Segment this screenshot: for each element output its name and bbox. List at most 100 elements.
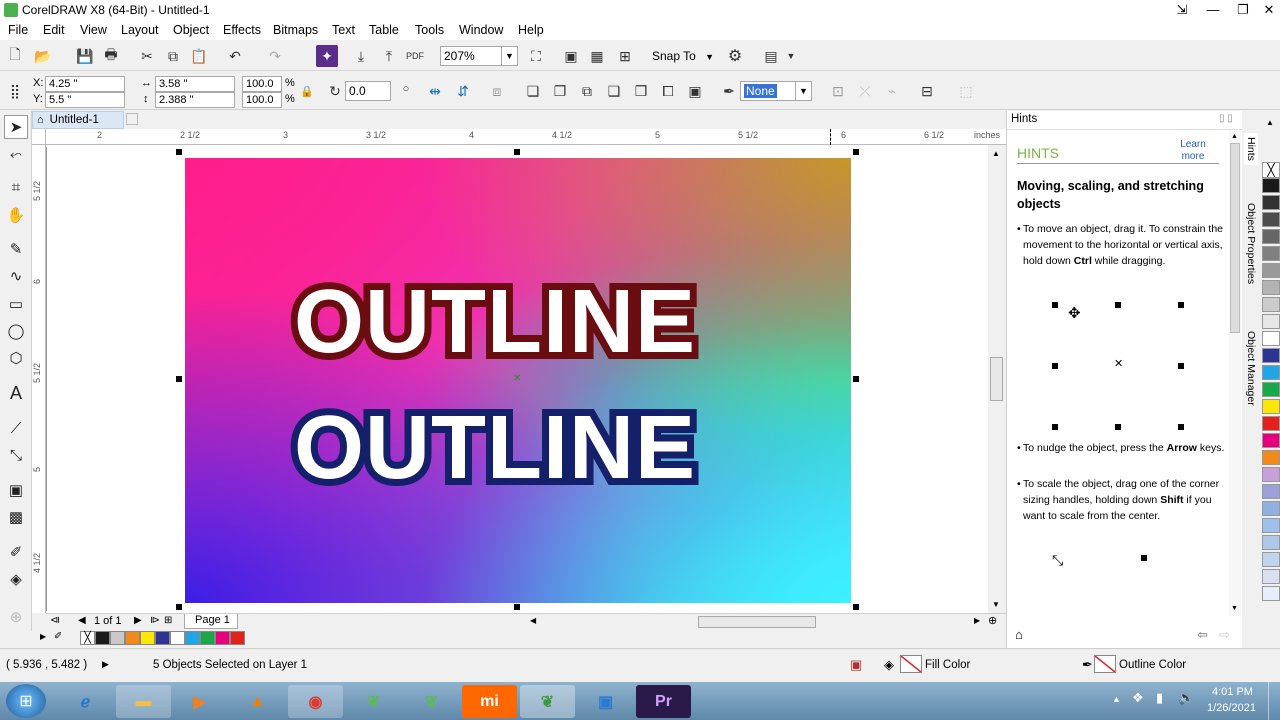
vertical-scrollbar[interactable]: ▲ ▼ [988,145,1006,613]
horizontal-ruler[interactable]: 2 2 1/2 3 3 1/2 4 4 1/2 5 5 1/2 6 6 1/2 … [46,129,1006,145]
show-guidelines-icon[interactable]: ⊞ [614,45,636,67]
height-field[interactable]: 2.388 " [155,92,235,108]
menu-text[interactable]: Text [332,23,355,37]
artistic-media-icon[interactable]: ∿ [4,264,28,288]
front-minus-back-icon[interactable]: ❒ [630,80,652,102]
coreldraw-taskbar-icon[interactable]: ❦ [520,685,575,718]
center-marker-icon[interactable]: ✕ [513,373,521,384]
close-button[interactable]: ✕ [1254,0,1280,20]
shape-tool-icon[interactable]: ⬿ [4,142,28,166]
palette-scroll-icon[interactable]: ▶ [40,632,46,641]
outline-color-swatch[interactable] [1094,655,1116,673]
color-swatch[interactable] [1262,178,1280,193]
snap-to-dropdown[interactable]: Snap To ▼ [652,49,714,63]
y-position-field[interactable]: 5.5 " [45,92,125,108]
width-field[interactable]: 3.58 " [155,76,235,92]
color-swatch[interactable] [1262,433,1280,448]
ellipse-tool-icon[interactable]: ◯ [4,319,28,343]
volume-icon[interactable]: 🔈 [1178,690,1194,706]
show-desktop-button[interactable] [1268,682,1280,720]
copy-icon[interactable]: ⧉ [162,45,184,67]
docker-scroll-thumb[interactable] [1230,143,1240,333]
menu-help[interactable]: Help [518,23,544,37]
color-swatch[interactable] [1262,348,1280,363]
eyedropper-tool-icon[interactable]: ✐ [4,540,28,564]
paste-icon[interactable]: 📋 [188,45,210,67]
color-swatch[interactable] [1262,212,1280,227]
color-swatch[interactable] [185,631,200,645]
lock-ratio-icon[interactable]: 🔒 [296,80,318,102]
trim-icon[interactable]: ❐ [549,80,571,102]
color-swatch[interactable] [1262,586,1280,601]
color-swatch[interactable] [1262,467,1280,482]
minimize-button[interactable]: — [1198,0,1228,20]
drawing-canvas[interactable]: OUTLINE OUTLINE ✕ [46,145,988,613]
network-icon[interactable]: ▮ [1156,690,1163,706]
scroll-thumb[interactable] [990,357,1003,401]
pan-tool-icon[interactable]: ✋ [4,203,28,227]
selection-handle-tr[interactable] [853,149,859,155]
fill-color-swatch[interactable] [900,655,922,673]
wrap-text-icon[interactable]: ⊡ [827,80,849,102]
freehand-tool-icon[interactable]: ✎ [4,237,28,261]
rectangle-tool-icon[interactable]: ▭ [4,292,28,316]
color-swatch[interactable] [1262,195,1280,210]
selection-handle-ml[interactable] [176,376,182,382]
color-swatch[interactable] [1262,535,1280,550]
show-grid-icon[interactable]: ▦ [586,45,608,67]
prev-page-icon[interactable]: ◀ [78,615,86,626]
scroll-up-icon[interactable]: ▲ [992,149,1000,158]
new-tab-icon[interactable] [126,113,138,125]
add-page-icon[interactable]: ⊞ [164,615,172,626]
palette-scroll-up-icon[interactable]: ▲ [1266,118,1274,127]
network-app-icon[interactable]: ▣ [578,685,633,718]
selection-handle-bl[interactable] [176,604,182,610]
no-color-swatch[interactable]: ╳ [1262,162,1280,178]
color-swatch[interactable] [1262,365,1280,380]
vertical-ruler[interactable]: 5 1/2 6 5 1/2 5 4 1/2 [32,145,46,613]
menu-object[interactable]: Object [173,23,209,37]
color-swatch[interactable] [1262,331,1280,346]
chevron-down-icon[interactable]: ▼ [780,45,802,67]
clock-time[interactable]: 4:01 PM [1212,686,1253,698]
outline-text-red[interactable]: OUTLINE [287,265,702,379]
outline-pen-icon[interactable]: ✒ [718,80,740,102]
pick-tool-icon[interactable]: ➤ [4,115,28,139]
corel-app-2-icon[interactable]: ❦ [404,685,459,718]
tab-object-manager[interactable]: Object Manager [1244,327,1258,410]
selection-handle-br[interactable] [853,604,859,610]
media-player-icon[interactable]: ▶ [172,685,227,718]
add-tool-icon[interactable]: ⊕ [4,605,28,629]
gear-icon[interactable]: ⚙ [724,45,746,67]
color-swatch[interactable] [170,631,185,645]
crop-tool-icon[interactable]: ⌗ [4,175,28,199]
tray-app-icon[interactable]: ❖ [1132,690,1144,706]
color-swatch[interactable] [95,631,110,645]
color-swatch[interactable] [215,631,230,645]
outline-text-blue[interactable]: OUTLINE [287,391,702,505]
cut-icon[interactable]: ✂ [136,45,158,67]
forward-arrow-icon[interactable]: ⇨ [1219,627,1230,643]
color-swatch[interactable] [1262,518,1280,533]
home-icon[interactable]: ⌂ [1015,627,1023,642]
scroll-left-icon[interactable]: ◀ [530,616,536,625]
back-arrow-icon[interactable]: ⇦ [1197,627,1208,643]
color-swatch[interactable] [1262,280,1280,295]
color-swatch[interactable] [110,631,125,645]
open-folder-icon[interactable]: 📂 [32,45,54,67]
search-content-icon[interactable]: ✦ [316,45,338,67]
menu-view[interactable]: View [80,23,107,37]
clock-date[interactable]: 1/26/2021 [1207,702,1256,714]
rotate-icon[interactable]: ↻ [324,80,346,102]
rotation-angle-field[interactable]: 0.0 [345,81,391,101]
color-swatch[interactable] [1262,297,1280,312]
transparency-tool-icon[interactable]: ▩ [4,505,28,529]
menu-table[interactable]: Table [369,23,399,37]
tray-expand-icon[interactable]: ▲ [1112,694,1121,704]
color-swatch[interactable] [1262,416,1280,431]
color-swatch[interactable] [125,631,140,645]
color-swatch[interactable] [200,631,215,645]
menu-effects[interactable]: Effects [223,23,261,37]
internet-explorer-icon[interactable]: ℯ [58,685,113,718]
tab-hints[interactable]: Hints [1244,133,1258,165]
